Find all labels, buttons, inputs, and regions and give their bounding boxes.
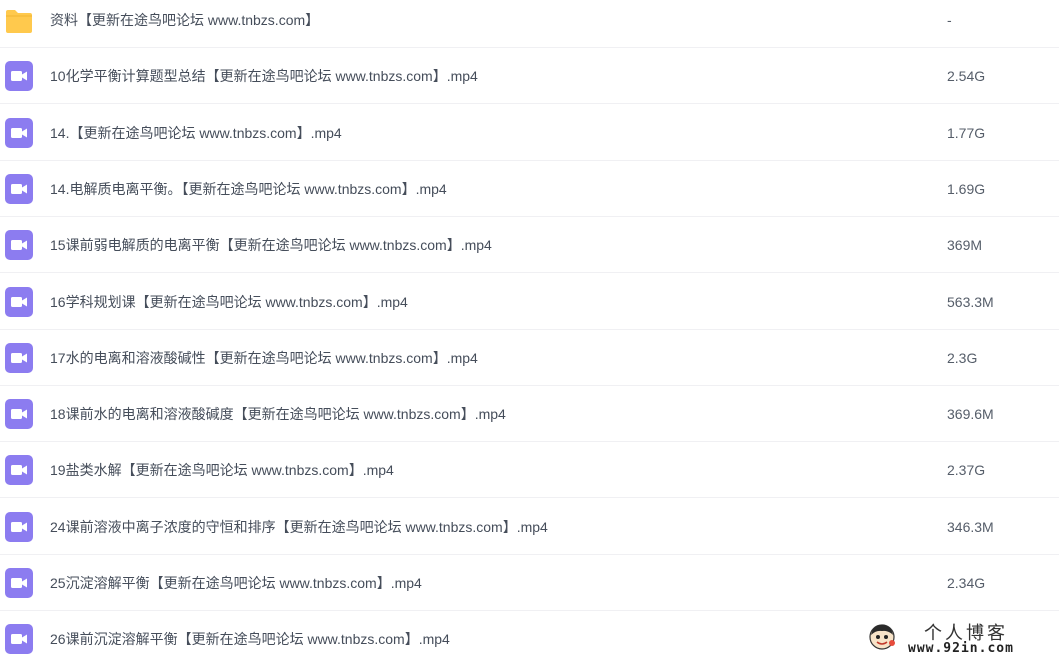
file-name[interactable]: 14.电解质电离平衡。【更新在途鸟吧论坛 www.tnbzs.com】.mp4 xyxy=(50,161,447,217)
file-size: 369M xyxy=(947,237,983,254)
file-row[interactable]: 24课前溶液中离子浓度的守恒和排序【更新在途鸟吧论坛 www.tnbzs.com… xyxy=(0,499,1059,555)
video-file-icon xyxy=(5,399,33,430)
file-row[interactable]: 15课前弱电解质的电离平衡【更新在途鸟吧论坛 www.tnbzs.com】.mp… xyxy=(0,217,1059,274)
file-name[interactable]: 26课前沉淀溶解平衡【更新在途鸟吧论坛 www.tnbzs.com】.mp4 xyxy=(50,611,450,667)
file-name[interactable]: 24课前溶液中离子浓度的守恒和排序【更新在途鸟吧论坛 www.tnbzs.com… xyxy=(50,499,548,555)
video-file-icon xyxy=(5,173,33,204)
folder-icon xyxy=(5,6,33,36)
video-file-icon xyxy=(5,61,33,92)
file-row[interactable]: 14.电解质电离平衡。【更新在途鸟吧论坛 www.tnbzs.com】.mp4 1… xyxy=(0,161,1059,217)
file-row[interactable]: 18课前水的电离和溶液酸碱度【更新在途鸟吧论坛 www.tnbzs.com】.m… xyxy=(0,386,1059,443)
file-row[interactable]: 10化学平衡计算题型总结【更新在途鸟吧论坛 www.tnbzs.com】.mp4… xyxy=(0,48,1059,105)
file-row[interactable]: 16学科规划课【更新在途鸟吧论坛 www.tnbzs.com】.mp4 563.3… xyxy=(0,274,1059,330)
file-row[interactable]: 19盐类水解【更新在途鸟吧论坛 www.tnbzs.com】.mp4 2.37G xyxy=(0,442,1059,499)
video-file-icon xyxy=(5,568,33,598)
file-row[interactable]: 25沉淀溶解平衡【更新在途鸟吧论坛 www.tnbzs.com】.mp4 2.34… xyxy=(0,555,1059,611)
file-name[interactable]: 10化学平衡计算题型总结【更新在途鸟吧论坛 www.tnbzs.com】.mp4 xyxy=(50,48,478,104)
file-size: 2.34G xyxy=(947,575,986,591)
video-file-icon xyxy=(5,624,33,655)
folder-row[interactable]: 资料【更新在途鸟吧论坛 www.tnbzs.com】 - xyxy=(0,0,1059,48)
watermark-url: www.92in.com xyxy=(908,641,1014,656)
file-size: 2.3G xyxy=(947,349,978,366)
file-list: 资料【更新在途鸟吧论坛 www.tnbzs.com】 - 10化学平衡计算题型总结【… xyxy=(0,0,1059,661)
video-file-icon xyxy=(5,286,33,317)
file-name[interactable]: 17水的电离和溶液酸碱性【更新在途鸟吧论坛 www.tnbzs.com】.mp4 xyxy=(50,330,478,386)
cartoon-face-icon xyxy=(869,624,895,650)
file-size: 1.77G xyxy=(947,124,986,141)
file-name[interactable]: 资料【更新在途鸟吧论坛 www.tnbzs.com】 xyxy=(50,0,319,48)
file-size: 369.6M xyxy=(947,406,994,423)
file-row[interactable]: 14.【更新在途鸟吧论坛 www.tnbzs.com】.mp4 1.77G xyxy=(0,105,1059,161)
file-row[interactable]: 17水的电离和溶液酸碱性【更新在途鸟吧论坛 www.tnbzs.com】.mp4… xyxy=(0,330,1059,386)
file-name[interactable]: 18课前水的电离和溶液酸碱度【更新在途鸟吧论坛 www.tnbzs.com】.m… xyxy=(50,386,506,442)
file-size: 563.3M xyxy=(947,293,994,310)
file-size: 2.54G xyxy=(947,68,986,85)
file-name[interactable]: 25沉淀溶解平衡【更新在途鸟吧论坛 www.tnbzs.com】.mp4 xyxy=(50,555,422,611)
video-file-icon xyxy=(5,342,33,373)
video-file-icon xyxy=(5,511,33,542)
video-file-icon xyxy=(5,455,33,486)
file-size: 2.37G xyxy=(947,462,986,479)
file-size: 1.69G xyxy=(947,180,986,197)
file-size: 346.3M xyxy=(947,518,994,535)
file-name[interactable]: 14.【更新在途鸟吧论坛 www.tnbzs.com】.mp4 xyxy=(50,105,342,161)
video-file-icon xyxy=(5,230,33,261)
file-name[interactable]: 15课前弱电解质的电离平衡【更新在途鸟吧论坛 www.tnbzs.com】.mp… xyxy=(50,217,492,273)
file-size: - xyxy=(947,12,952,28)
video-file-icon xyxy=(5,117,33,148)
watermark: 个人博客 www.92in.com xyxy=(862,619,1052,659)
file-name[interactable]: 16学科规划课【更新在途鸟吧论坛 www.tnbzs.com】.mp4 xyxy=(50,274,408,330)
file-name[interactable]: 19盐类水解【更新在途鸟吧论坛 www.tnbzs.com】.mp4 xyxy=(50,442,394,498)
